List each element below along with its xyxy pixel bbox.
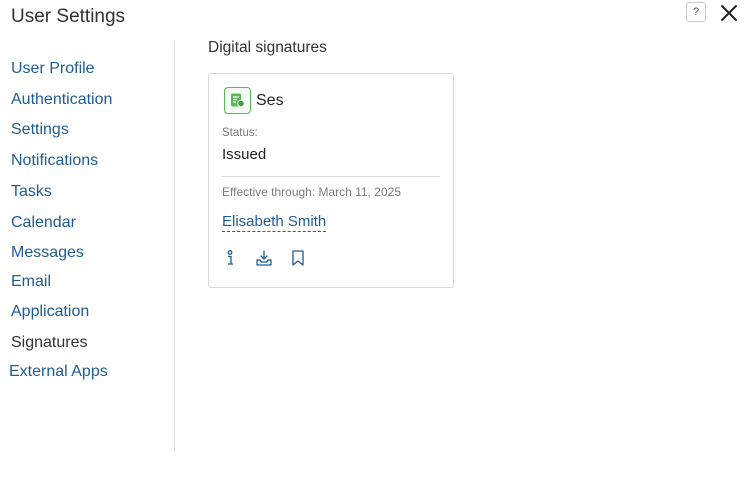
sidebar-item-application[interactable]: Application xyxy=(11,303,89,321)
sidebar-item-tasks[interactable]: Tasks xyxy=(11,183,52,201)
sidebar-item-authentication[interactable]: Authentication xyxy=(11,91,112,109)
section-title: Digital signatures xyxy=(208,39,327,56)
sidebar-item-calendar[interactable]: Calendar xyxy=(11,214,76,232)
status-value: Issued xyxy=(222,146,267,163)
sidebar-item-external-apps[interactable]: External Apps xyxy=(9,363,108,381)
effective-date: Effective through: March 11, 2025 xyxy=(222,185,401,199)
card-actions xyxy=(220,248,308,268)
status-label: Status: xyxy=(222,127,258,139)
sidebar-item-messages[interactable]: Messages xyxy=(11,244,84,262)
window-title: User Settings xyxy=(11,6,126,27)
download-icon[interactable] xyxy=(254,248,274,268)
user-settings-window: User Settings ? User Profile Authenticat… xyxy=(0,0,749,483)
settings-sidebar: User Profile Authentication Settings Not… xyxy=(0,41,175,450)
close-button[interactable] xyxy=(717,1,741,25)
close-icon xyxy=(721,5,737,21)
sidebar-item-signatures[interactable]: Signatures xyxy=(11,334,88,352)
bookmark-icon[interactable] xyxy=(288,248,308,268)
sidebar-item-email[interactable]: Email xyxy=(11,273,51,291)
card-divider xyxy=(222,176,440,177)
info-icon[interactable] xyxy=(220,248,240,268)
sidebar-item-notifications[interactable]: Notifications xyxy=(11,152,98,170)
signature-name: Ses xyxy=(256,91,284,109)
signature-card: Ses Status: Issued Effective through: Ma… xyxy=(208,73,454,288)
signature-document-icon xyxy=(224,87,251,114)
help-icon: ? xyxy=(692,6,700,18)
owner-link[interactable]: Elisabeth Smith xyxy=(222,212,327,232)
help-button[interactable]: ? xyxy=(686,2,706,22)
card-header: Ses xyxy=(224,87,284,114)
sidebar-item-settings[interactable]: Settings xyxy=(11,121,69,139)
sidebar-item-user-profile[interactable]: User Profile xyxy=(11,60,95,78)
